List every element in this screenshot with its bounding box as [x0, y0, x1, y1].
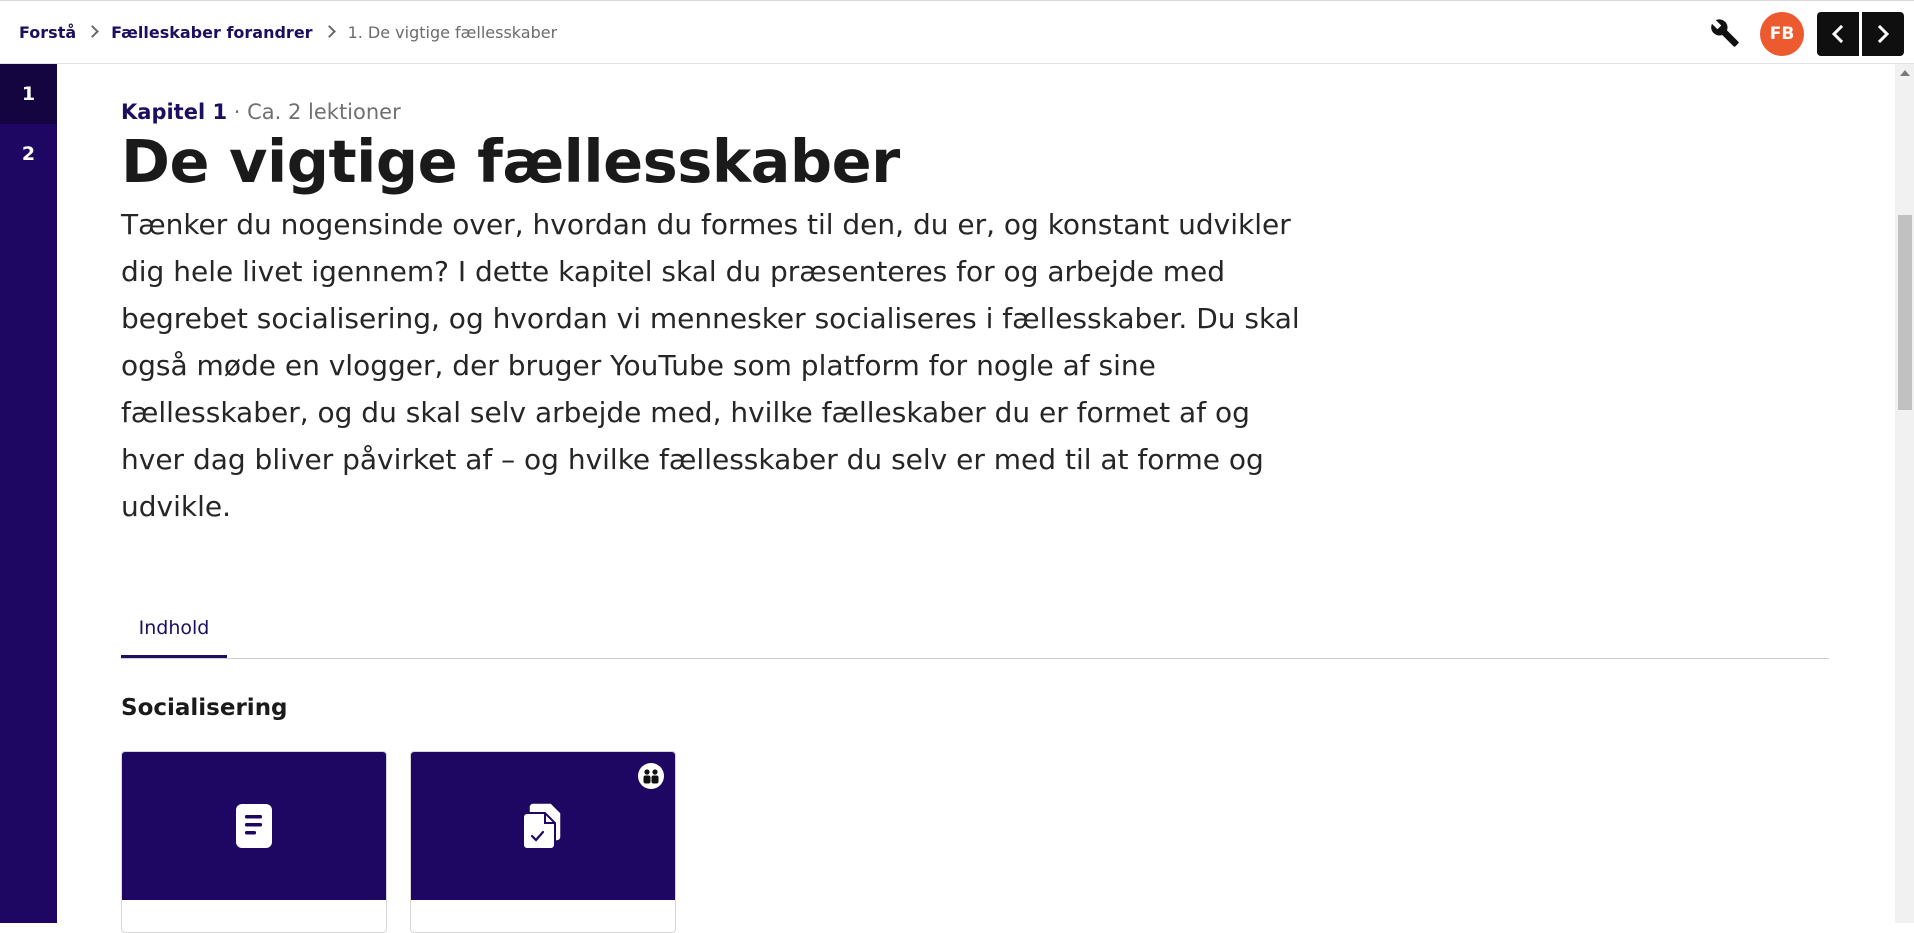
top-bar: Forstå Fælleskaber forandrer 1. De vigti…: [0, 0, 1914, 64]
previous-button[interactable]: [1817, 12, 1859, 56]
breadcrumb-link-faelleskaber-forandrer[interactable]: Fælleskaber forandrer: [111, 23, 312, 42]
lesson-card[interactable]: [410, 751, 676, 933]
chevron-right-icon: [86, 25, 100, 38]
page-title: De vigtige fællesskaber: [121, 127, 900, 196]
breadcrumb-current: 1. De vigtige fællesskaber: [347, 23, 558, 42]
scroll-up-arrow-icon[interactable]: [1900, 70, 1910, 76]
group-icon: [643, 769, 659, 784]
assignment-icon: [523, 802, 562, 850]
tab-bar: Indhold: [121, 604, 1829, 659]
document-icon: [236, 804, 272, 848]
breadcrumb: Forstå Fælleskaber forandrer 1. De vigti…: [19, 23, 557, 42]
chevron-right-icon: [322, 25, 336, 38]
chapter-duration: · Ca. 2 lektioner: [227, 100, 401, 124]
tab-indhold[interactable]: Indhold: [121, 604, 227, 658]
lesson-card[interactable]: [121, 751, 387, 933]
scrollbar-thumb[interactable]: [1898, 215, 1912, 410]
scrollbar-track[interactable]: [1895, 64, 1914, 923]
chapter-sidebar: 1 2: [0, 64, 57, 923]
sidebar-item-chapter-1[interactable]: 1: [0, 64, 57, 124]
chapter-meta: Kapitel 1 · Ca. 2 lektioner: [121, 100, 1831, 124]
group-work-badge: [638, 763, 664, 789]
card-header: [411, 752, 675, 900]
section-title: Socialisering: [121, 695, 288, 721]
chapter-intro: Tænker du nogensinde over, hvordan du fo…: [121, 207, 1300, 523]
chevron-right-icon: [1877, 25, 1890, 43]
chevron-left-icon: [1831, 25, 1844, 43]
sidebar-item-chapter-2[interactable]: 2: [0, 124, 57, 184]
card-header: [122, 752, 386, 900]
main-content: Kapitel 1 · Ca. 2 lektioner De vigtige f…: [121, 100, 1831, 530]
chapter-label: Kapitel 1: [121, 100, 228, 124]
user-avatar-button[interactable]: FB: [1760, 12, 1804, 56]
next-button[interactable]: [1862, 12, 1904, 56]
breadcrumb-link-forstaa[interactable]: Forstå: [19, 23, 76, 42]
wrench-icon[interactable]: [1710, 18, 1740, 48]
